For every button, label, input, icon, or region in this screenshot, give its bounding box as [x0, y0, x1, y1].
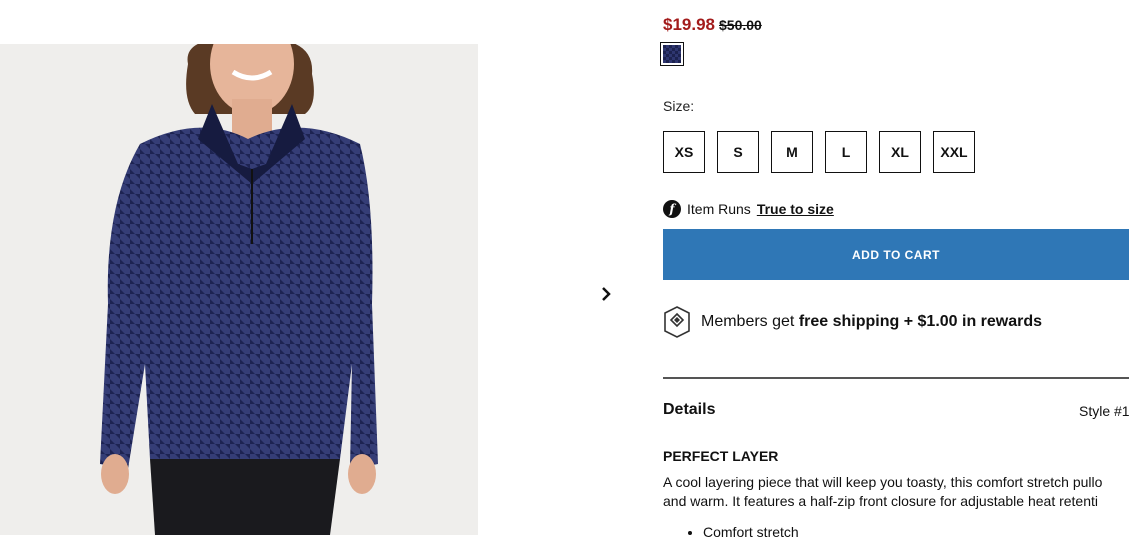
details-heading[interactable]: Details [663, 401, 715, 419]
swatch-fill [663, 45, 681, 63]
add-to-cart-button[interactable]: ADD TO CART [663, 229, 1129, 280]
members-banner: Members get free shipping + $1.00 in rew… [663, 306, 1042, 338]
rewards-badge-icon [664, 306, 690, 338]
section-divider [663, 377, 1129, 379]
color-swatch[interactable] [660, 42, 684, 66]
size-option-s[interactable]: S [717, 131, 759, 173]
size-option-l[interactable]: L [825, 131, 867, 173]
size-label: Size: [663, 98, 695, 114]
chevron-right-icon[interactable] [596, 284, 616, 304]
description-text: A cool layering piece that will keep you… [663, 473, 1129, 511]
fit-info: f Item Runs True to size [663, 200, 834, 218]
product-image[interactable] [0, 44, 478, 535]
sale-price: $19.98 [663, 15, 715, 34]
size-option-xxl[interactable]: XXL [933, 131, 975, 173]
size-option-m[interactable]: M [771, 131, 813, 173]
description-line: and warm. It features a half-zip front c… [663, 493, 1099, 509]
members-prefix: Members get [701, 313, 795, 330]
fit-link[interactable]: True to size [757, 201, 834, 217]
size-option-xl[interactable]: XL [879, 131, 921, 173]
fit-predictor-icon: f [663, 200, 681, 218]
description-heading: PERFECT LAYER [663, 448, 779, 464]
members-benefit: free shipping + $1.00 in rewards [798, 313, 1043, 330]
feature-item: Comfort stretch [703, 524, 799, 540]
feature-list: Comfort stretch [663, 524, 799, 540]
size-selector: XS S M L XL XXL [663, 131, 975, 173]
fit-prefix: Item Runs [687, 201, 751, 217]
price: $19.98 $50.00 [663, 15, 762, 35]
description-line: A cool layering piece that will keep you… [663, 474, 1103, 490]
size-option-xs[interactable]: XS [663, 131, 705, 173]
style-number: Style #1 [1079, 403, 1129, 419]
original-price: $50.00 [719, 17, 762, 33]
